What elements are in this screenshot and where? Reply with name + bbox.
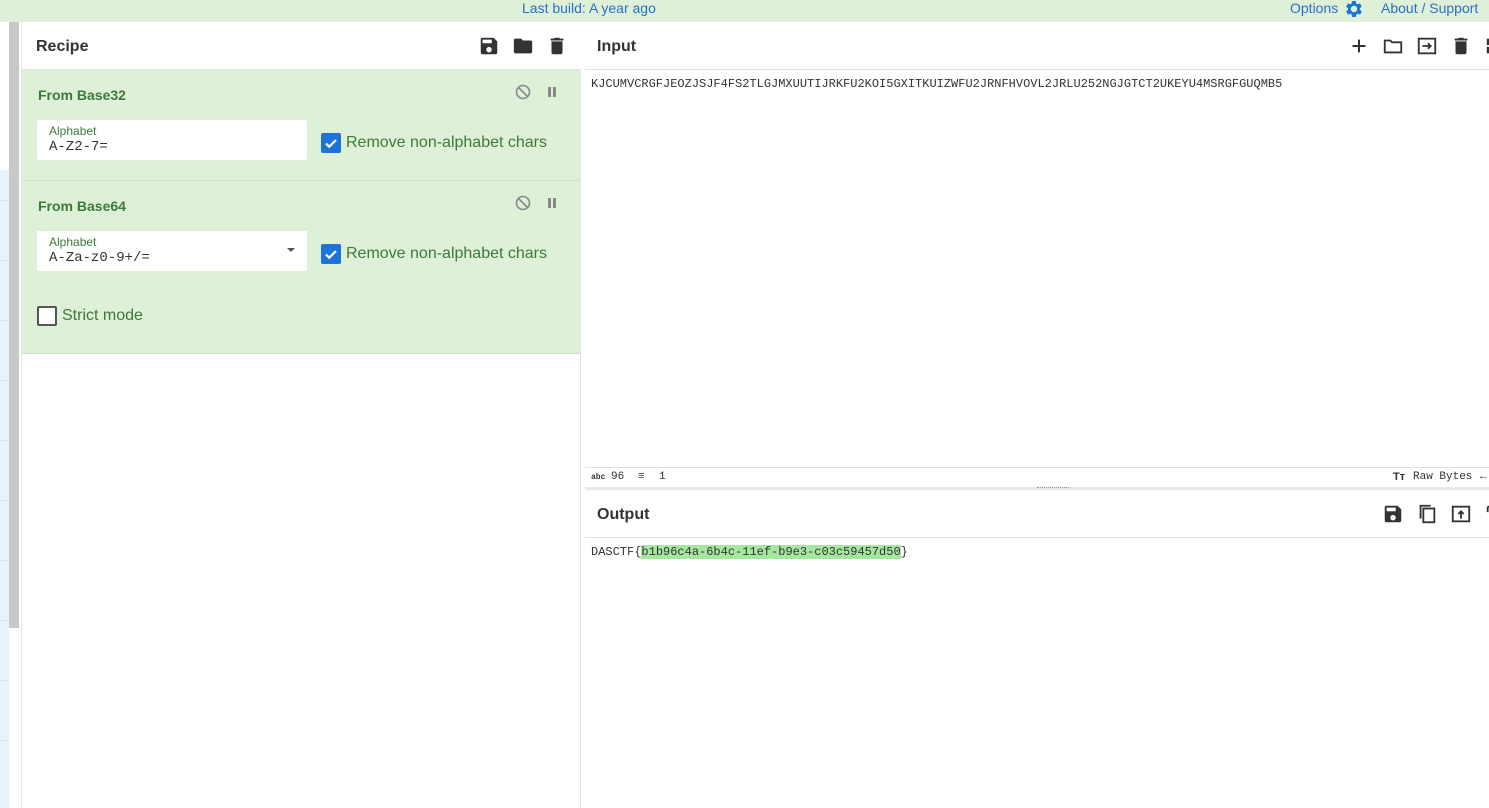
last-build-text: Last build: A year ago xyxy=(522,0,656,16)
remove-non-alphabet-label: Remove non-alphabet chars xyxy=(346,134,548,151)
clear-input-trash-icon[interactable] xyxy=(1450,35,1472,57)
input-title: Input xyxy=(597,38,637,55)
disable-operation-icon[interactable] xyxy=(515,84,531,100)
recipe-panel: Recipe From Base32 Alphabet A-Z2-7= Remo… xyxy=(22,22,581,808)
output-panel: Output DASCTF{b1b96c4a-6b4c-11ef-b9e3-c0… xyxy=(585,490,1489,808)
list-divider xyxy=(0,380,9,381)
save-output-icon[interactable] xyxy=(1382,503,1404,525)
list-divider xyxy=(0,500,9,501)
arrow-left-icon[interactable]: ← xyxy=(1480,471,1487,483)
disable-operation-icon[interactable] xyxy=(515,195,531,211)
strict-mode-label: Strict mode xyxy=(62,307,143,324)
alphabet-select[interactable]: Alphabet A-Za-z0-9+/= xyxy=(37,231,307,271)
recipe-title: Recipe xyxy=(36,38,89,55)
list-divider xyxy=(0,560,9,561)
alphabet-value: A-Z2-7= xyxy=(49,139,108,155)
list-divider xyxy=(0,200,9,201)
abc-icon: abc xyxy=(591,473,606,482)
lines-icon: ≡ xyxy=(638,471,645,483)
clear-recipe-trash-icon[interactable] xyxy=(546,35,568,57)
text-format-icon[interactable]: Tт xyxy=(1393,471,1405,483)
input-text[interactable]: KJCUMVCRGFJEOZJSJF4FS2TLGJMXUUTIJRKFU2KO… xyxy=(591,77,1282,91)
load-recipe-folder-icon[interactable] xyxy=(512,35,534,57)
pause-breakpoint-icon[interactable] xyxy=(544,84,560,100)
encoding-label[interactable]: Raw Bytes xyxy=(1413,471,1472,483)
top-banner: Last build: A year ago Options About / S… xyxy=(0,0,1489,22)
alphabet-label: Alphabet xyxy=(49,235,97,249)
output-highlight: b1b96c4a-6b4c-11ef-b9e3-c03c59457d50 xyxy=(641,545,901,559)
save-recipe-icon[interactable] xyxy=(478,35,500,57)
add-input-tab-icon[interactable] xyxy=(1348,35,1370,57)
output-text[interactable]: DASCTF{b1b96c4a-6b4c-11ef-b9e3-c03c59457… xyxy=(591,545,908,559)
cyberchef-app: Last build: A year ago Options About / S… xyxy=(0,0,1489,808)
chevron-down-icon[interactable] xyxy=(287,248,295,252)
output-prefix: DASCTF{ xyxy=(591,545,642,559)
maximise-output-icon[interactable] xyxy=(1484,503,1489,525)
operation-from-base32[interactable]: From Base32 Alphabet A-Z2-7= Remove non-… xyxy=(22,70,581,181)
char-count: 96 xyxy=(611,471,625,483)
remove-non-alphabet-checkbox[interactable] xyxy=(321,133,341,153)
replace-input-with-output-icon[interactable] xyxy=(1450,503,1472,525)
operation-title: From Base32 xyxy=(38,87,126,103)
remove-non-alphabet-label: Remove non-alphabet chars xyxy=(346,245,548,262)
copy-output-icon[interactable] xyxy=(1416,503,1438,525)
alphabet-label: Alphabet xyxy=(49,124,97,138)
list-divider xyxy=(0,680,9,681)
list-divider xyxy=(0,320,9,321)
list-divider xyxy=(0,620,9,621)
operation-title: From Base64 xyxy=(38,198,126,214)
open-file-icon[interactable] xyxy=(1416,35,1438,57)
list-divider xyxy=(0,440,9,441)
operations-scrollbar[interactable] xyxy=(9,22,19,628)
options-link[interactable]: Options xyxy=(1290,0,1338,16)
strict-mode-checkbox[interactable] xyxy=(37,306,57,326)
about-support-link[interactable]: About / Support xyxy=(1381,0,1478,16)
output-header: Output xyxy=(585,490,1489,538)
output-suffix: } xyxy=(900,545,908,559)
open-folder-icon[interactable] xyxy=(1382,35,1404,57)
operations-list-band xyxy=(0,170,9,808)
operation-from-base64[interactable]: From Base64 Alphabet A-Za-z0-9+/= Remove… xyxy=(22,181,581,354)
remove-non-alphabet-checkbox[interactable] xyxy=(321,244,341,264)
reset-layout-icon[interactable] xyxy=(1484,35,1489,57)
gear-icon[interactable] xyxy=(1343,0,1365,20)
recipe-header: Recipe xyxy=(22,22,581,70)
line-count: 1 xyxy=(659,471,666,483)
list-divider xyxy=(0,740,9,741)
alphabet-input[interactable]: Alphabet A-Z2-7= xyxy=(37,120,307,160)
input-panel: Input KJCUMVCRGFJEOZJSJF4FS2TLGJMXUUTIJR… xyxy=(585,22,1489,467)
pause-breakpoint-icon[interactable] xyxy=(544,195,560,211)
output-title: Output xyxy=(597,506,650,523)
input-status-bar: abc 96 ≡ 1 Tт Raw Bytes ← xyxy=(585,467,1489,487)
input-header: Input xyxy=(585,22,1489,70)
operations-strip xyxy=(0,22,22,808)
alphabet-value: A-Za-z0-9+/= xyxy=(49,250,150,266)
list-divider xyxy=(0,260,9,261)
